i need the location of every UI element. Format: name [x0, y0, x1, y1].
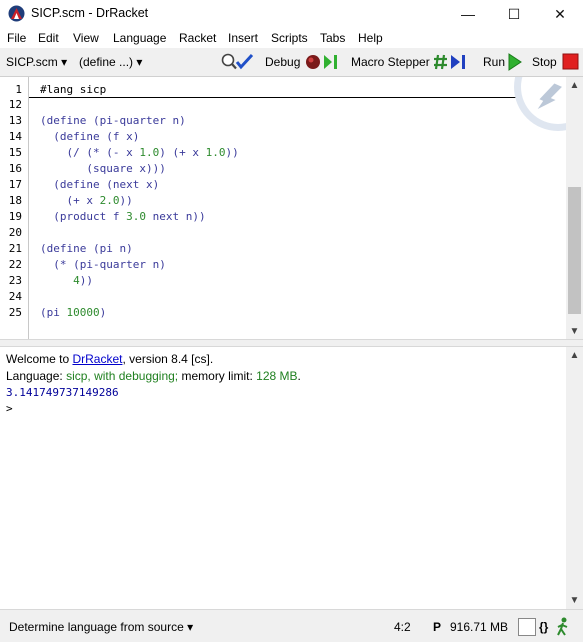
memory-usage[interactable]: 916.71 MB	[450, 620, 508, 634]
define-menu-button[interactable]: (define ...) ▾	[79, 55, 142, 69]
debug-button[interactable]: Debug	[265, 55, 300, 69]
language-value: sicp, with debugging;	[66, 369, 179, 383]
line-number: 17	[8, 178, 22, 191]
result-output: 3.141749737149286	[6, 386, 119, 399]
status-bar: Determine language from source ▾ 4:2 P 9…	[0, 609, 583, 642]
line-number: 1	[15, 83, 22, 96]
editor-scrollbar[interactable]: ▲ ▼	[566, 77, 583, 339]
menu-racket[interactable]: Racket	[179, 31, 216, 45]
code-line: (+ x 2.0))	[40, 194, 133, 207]
memory-prefix: memory limit:	[178, 369, 257, 383]
language-selector[interactable]: Determine language from source ▾	[9, 620, 193, 634]
line-number: 16	[8, 162, 22, 175]
number-literal: 10000	[66, 306, 100, 319]
code-line: (pi 10000)	[40, 306, 107, 319]
welcome-suffix: , version 8.4 [cs].	[122, 352, 214, 366]
running-person-icon	[557, 617, 568, 636]
language-prefix: Language:	[6, 369, 67, 383]
line-number: 21	[8, 242, 22, 255]
repl-prompt[interactable]: >	[6, 402, 13, 415]
line-number: 12	[8, 98, 22, 111]
menu-language[interactable]: Language	[113, 31, 166, 45]
code-line: (define (next x)	[40, 178, 160, 191]
code-line: (define (pi n)	[40, 242, 133, 255]
menu-scripts[interactable]: Scripts	[271, 31, 308, 45]
editor-scroll-thumb[interactable]	[568, 187, 581, 314]
line-number: 15	[8, 146, 22, 159]
hash-step-icon[interactable]	[433, 53, 471, 71]
menu-view[interactable]: View	[73, 31, 99, 45]
number-literal: 1.0	[205, 146, 226, 159]
drracket-link[interactable]: DrRacket	[72, 352, 122, 366]
line-number: 23	[8, 274, 22, 287]
line-number: 25	[8, 306, 22, 319]
drracket-window: SICP.scm - DrRacket — ☐ ✕ File Edit View…	[0, 0, 583, 642]
braces-icon: {}	[539, 620, 549, 634]
scroll-up-arrow-icon[interactable]: ▲	[566, 77, 583, 94]
language-line: Language: sicp, with debugging; memory l…	[6, 369, 301, 383]
menu-edit[interactable]: Edit	[38, 31, 59, 45]
code-line: (product f 3.0 next n))	[40, 210, 206, 223]
menu-tabs[interactable]: Tabs	[320, 31, 345, 45]
memory-suffix: .	[297, 369, 301, 383]
number-literal: 2.0	[99, 194, 120, 207]
bug-icon[interactable]	[304, 53, 344, 71]
line-number-gutter: 1 12 13 14 15 16 17 18 19 20 21 22 23 24…	[0, 77, 29, 339]
line-number: 18	[8, 194, 22, 207]
definitions-editor[interactable]: 1 12 13 14 15 16 17 18 19 20 21 22 23 24…	[0, 76, 583, 339]
check-syntax-icon[interactable]	[220, 53, 254, 71]
menu-bar: File Edit View Language Racket Insert Sc…	[0, 28, 583, 48]
menu-help[interactable]: Help	[358, 31, 383, 45]
code-line: (/ (* (- x 1.0) (+ x 1.0))	[40, 146, 239, 159]
menu-insert[interactable]: Insert	[228, 31, 258, 45]
interactions-scrollbar[interactable]: ▲ ▼	[566, 347, 583, 609]
code-line: (square x)))	[40, 162, 166, 175]
stop-square-icon[interactable]	[562, 53, 579, 71]
run-triangle-icon[interactable]	[507, 53, 523, 71]
maximize-button[interactable]: ☐	[491, 0, 537, 28]
scroll-down-arrow-icon[interactable]: ▼	[566, 592, 583, 609]
welcome-prefix: Welcome to	[6, 352, 73, 366]
line-number: 19	[8, 210, 22, 223]
code-line: #lang sicp	[40, 83, 107, 96]
code-line: (define (pi-quarter n)	[40, 114, 186, 127]
window-title: SICP.scm - DrRacket	[31, 6, 149, 20]
gc-indicator	[518, 618, 536, 636]
code-line: (define (f x)	[40, 130, 140, 143]
scroll-up-arrow-icon[interactable]: ▲	[566, 347, 583, 364]
interactions-pane[interactable]: Welcome to DrRacket, version 8.4 [cs]. L…	[0, 347, 583, 609]
memory-limit-value: 128 MB	[256, 369, 298, 383]
code-line: (* (pi-quarter n)	[40, 258, 166, 271]
run-button[interactable]: Run	[483, 55, 505, 69]
minimize-button[interactable]: —	[445, 0, 491, 28]
code-line: 4))	[73, 274, 93, 287]
title-bar: SICP.scm - DrRacket — ☐ ✕	[0, 0, 583, 28]
memory-label: P	[433, 620, 442, 634]
pane-splitter[interactable]	[0, 339, 583, 347]
stop-button[interactable]: Stop	[532, 55, 557, 69]
menu-file[interactable]: File	[7, 31, 26, 45]
macro-stepper-button[interactable]: Macro Stepper	[351, 55, 430, 69]
number-literal: 1.0	[139, 146, 160, 159]
file-menu-button[interactable]: SICP.scm ▾	[6, 55, 67, 69]
line-number: 14	[8, 130, 22, 143]
toolbar: SICP.scm ▾ (define ...) ▾ Debug Macro St…	[0, 48, 583, 76]
cursor-position: 4:2	[394, 620, 411, 634]
lang-line-separator	[29, 97, 565, 98]
number-literal: 3.0	[126, 210, 146, 223]
line-number: 20	[8, 226, 22, 239]
line-number: 22	[8, 258, 22, 271]
scroll-down-arrow-icon[interactable]: ▼	[566, 323, 583, 339]
number-literal: 4	[73, 274, 80, 287]
drracket-logo-icon	[8, 5, 25, 22]
welcome-line: Welcome to DrRacket, version 8.4 [cs].	[6, 352, 213, 366]
close-button[interactable]: ✕	[537, 0, 583, 28]
line-number: 13	[8, 114, 22, 127]
line-number: 24	[8, 290, 22, 303]
